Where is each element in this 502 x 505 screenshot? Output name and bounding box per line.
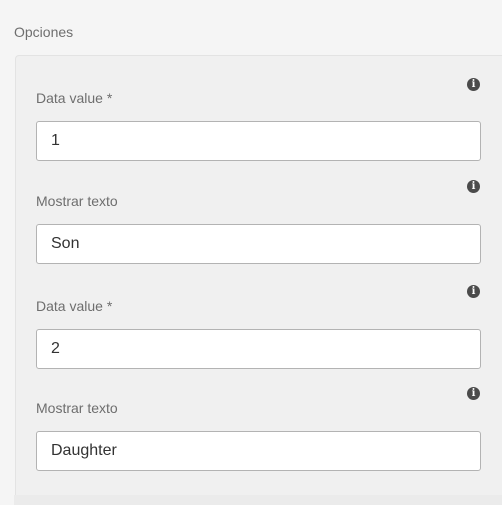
display-text-input[interactable] — [36, 431, 481, 471]
data-value-input[interactable] — [36, 121, 481, 161]
info-icon[interactable]: i — [467, 180, 480, 193]
info-icon[interactable]: i — [467, 387, 480, 400]
info-icon[interactable]: i — [467, 285, 480, 298]
data-value-label: Data value * — [36, 298, 113, 314]
data-value-label: Data value * — [36, 90, 113, 106]
section-title: Opciones — [14, 24, 74, 40]
panel-bottom-divider — [14, 495, 502, 505]
info-icon[interactable]: i — [467, 78, 480, 91]
display-text-input[interactable] — [36, 224, 481, 264]
display-text-label: Mostrar texto — [36, 400, 118, 416]
data-value-input[interactable] — [36, 329, 481, 369]
display-text-label: Mostrar texto — [36, 193, 118, 209]
